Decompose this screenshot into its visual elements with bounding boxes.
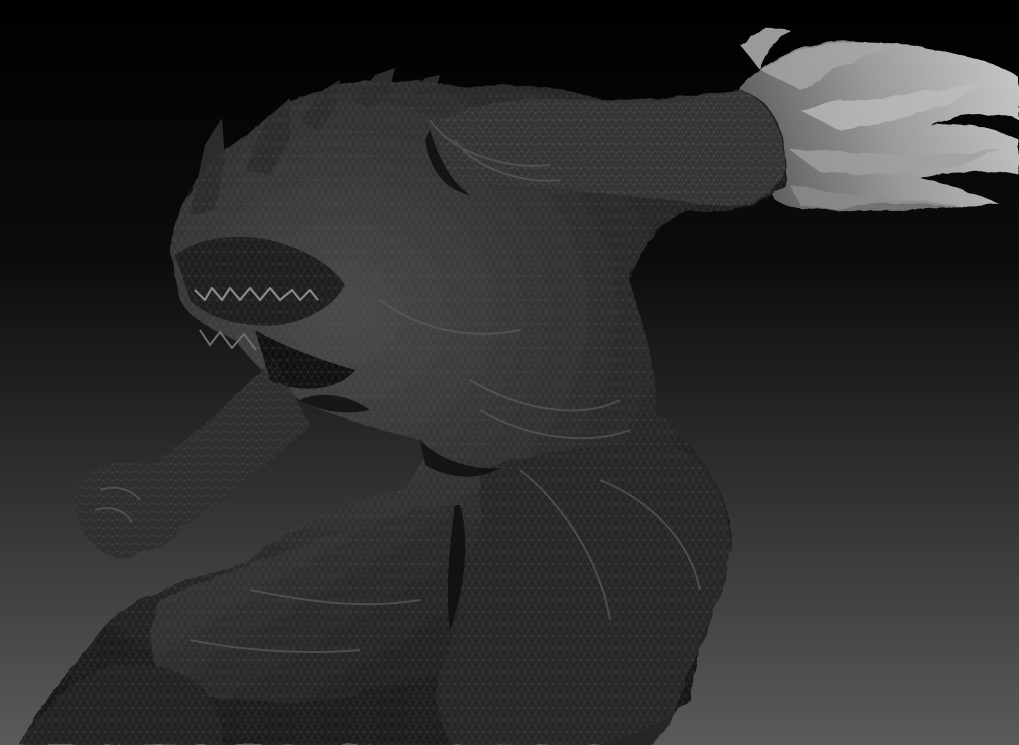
- render-viewport: [0, 0, 1019, 745]
- sculpt-render: [0, 0, 1019, 745]
